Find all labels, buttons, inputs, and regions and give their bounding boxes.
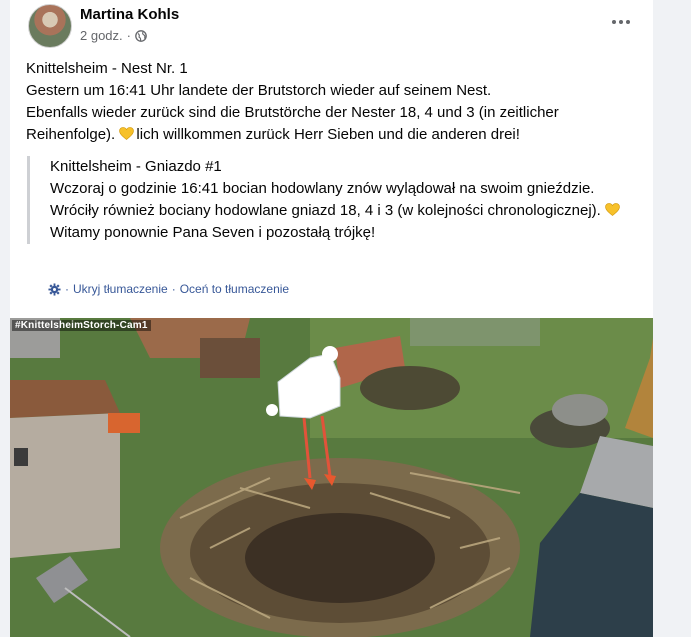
rate-translation-link[interactable]: Oceń to tłumaczenie bbox=[180, 282, 289, 296]
translation-line: Wczoraj o godzinie 16:41 bocian hodowlan… bbox=[50, 180, 595, 197]
author-name[interactable]: Martina Kohls bbox=[80, 6, 179, 23]
globe-icon[interactable] bbox=[135, 29, 147, 42]
translation-separator: · bbox=[65, 282, 69, 296]
meta-separator: · bbox=[126, 28, 131, 43]
avatar[interactable] bbox=[28, 4, 72, 48]
translate-gear-icon bbox=[48, 282, 61, 296]
post-time[interactable]: 2 godz. bbox=[80, 28, 123, 43]
post-line: Knittelsheim - Nest Nr. 1 bbox=[26, 60, 188, 77]
yellow-heart-icon bbox=[605, 203, 620, 216]
post-body: Knittelsheim - Nest Nr. 1 Gestern um 16:… bbox=[26, 58, 636, 146]
post-line: Gestern um 16:41 Uhr landete der Brutsto… bbox=[26, 82, 492, 99]
camera-label: #KnittelsheimStorch-Cam1 bbox=[12, 320, 151, 331]
translation-separator: · bbox=[171, 282, 176, 296]
translation-block: Knittelsheim - Gniazdo #1 Wczoraj o godz… bbox=[27, 156, 650, 244]
translation-line: Wróciły również bociany hodowlane gniazd… bbox=[50, 200, 650, 244]
translation-line: Knittelsheim - Gniazdo #1 bbox=[50, 158, 222, 175]
stork-nest-photo bbox=[10, 318, 653, 637]
yellow-heart-icon bbox=[119, 127, 135, 140]
hide-translation-link[interactable]: Ukryj tłumaczenie bbox=[73, 282, 168, 296]
post-meta: 2 godz. · bbox=[80, 28, 147, 43]
post-card: Martina Kohls 2 godz. · Knittelsheim - N… bbox=[10, 0, 653, 637]
translation-links: · Ukryj tłumaczenie · Oceń to tłumaczeni… bbox=[48, 282, 289, 296]
more-options-icon[interactable] bbox=[609, 12, 633, 32]
post-image[interactable]: #KnittelsheimStorch-Cam1 bbox=[10, 318, 653, 637]
post-line: Ebenfalls wieder zurück sind die Brutstö… bbox=[26, 104, 559, 143]
